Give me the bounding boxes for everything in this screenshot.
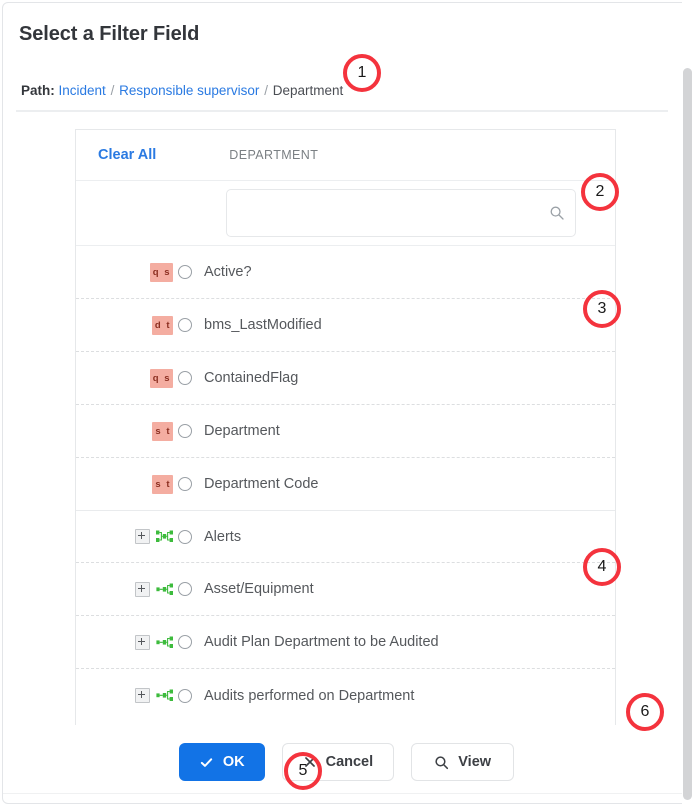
table-row[interactable]: Audits performed on Department — [76, 669, 615, 722]
search-input[interactable] — [227, 190, 575, 236]
query-string-badge: q s — [150, 369, 173, 388]
dialog-title: Select a Filter Field — [19, 23, 199, 46]
reference-icon — [156, 635, 173, 650]
row-radio[interactable] — [178, 424, 192, 438]
row-radio[interactable] — [178, 477, 192, 491]
field-label: Active? — [200, 264, 252, 280]
row-icon-cell — [76, 582, 200, 597]
header-divider — [16, 110, 668, 112]
row-radio[interactable] — [178, 530, 192, 544]
table-row[interactable]: s t Department Code — [76, 458, 615, 511]
breadcrumb-label: Path: — [21, 83, 55, 98]
row-radio[interactable] — [178, 635, 192, 649]
table-row[interactable]: Audit Plan Department to be Audited — [76, 616, 615, 669]
search-row — [76, 181, 615, 246]
row-radio[interactable] — [178, 318, 192, 332]
view-button[interactable]: View — [411, 743, 514, 781]
ok-button-label: OK — [223, 754, 245, 770]
search-icon — [434, 755, 449, 770]
expand-icon[interactable] — [135, 688, 150, 703]
many-to-many-reference-icon — [156, 529, 173, 544]
field-rows: q s Active? d t bms_LastModified q s — [76, 246, 615, 722]
search-box[interactable] — [226, 189, 576, 237]
expand-icon[interactable] — [135, 529, 150, 544]
annotation-marker-5: 5 — [284, 752, 322, 790]
field-label: ContainedFlag — [200, 370, 298, 386]
datetime-badge: d t — [152, 316, 173, 335]
row-icon-cell: s t — [76, 475, 200, 494]
clear-all-button[interactable]: Clear All — [98, 147, 156, 163]
table-row[interactable]: q s Active? — [76, 246, 615, 299]
annotation-marker-2: 2 — [581, 173, 619, 211]
annotation-marker-1: 1 — [343, 54, 381, 92]
row-icon-cell — [76, 529, 200, 544]
field-label: Alerts — [200, 529, 241, 545]
field-label: Audits performed on Department — [200, 688, 414, 704]
field-label: Asset/Equipment — [200, 581, 314, 597]
row-radio[interactable] — [178, 371, 192, 385]
field-list-panel: Clear All DEPARTMENT q s — [75, 129, 616, 725]
table-row[interactable]: Asset/Equipment — [76, 563, 615, 616]
row-radio[interactable] — [178, 689, 192, 703]
field-label: Department Code — [200, 476, 318, 492]
table-row[interactable]: d t bms_LastModified — [76, 299, 615, 352]
field-label: Audit Plan Department to be Audited — [200, 634, 439, 650]
breadcrumb-current-department: Department — [273, 83, 344, 98]
footer-divider — [3, 793, 689, 794]
breadcrumb-separator: / — [263, 83, 269, 98]
table-row[interactable]: s t Department — [76, 405, 615, 458]
reference-icon — [156, 582, 173, 597]
cancel-button-label: Cancel — [326, 754, 374, 770]
ok-button[interactable]: OK — [179, 743, 265, 781]
check-icon — [199, 755, 214, 770]
select-filter-field-dialog: Select a Filter Field Path: Incident / R… — [2, 2, 689, 804]
row-icon-cell: s t — [76, 422, 200, 441]
breadcrumb-separator: / — [110, 83, 116, 98]
breadcrumb-link-incident[interactable]: Incident — [59, 83, 106, 98]
annotation-marker-3-label: 3 — [598, 300, 607, 318]
annotation-marker-1-label: 1 — [358, 64, 367, 82]
table-row[interactable]: Alerts — [76, 510, 615, 563]
field-label: Department — [200, 423, 280, 439]
annotation-marker-2-label: 2 — [596, 183, 605, 201]
string-badge: s t — [152, 475, 173, 494]
row-icon-cell: q s — [76, 263, 200, 282]
annotation-marker-4-label: 4 — [598, 558, 607, 576]
annotation-marker-4: 4 — [583, 548, 621, 586]
reference-icon — [156, 688, 173, 703]
expand-icon[interactable] — [135, 635, 150, 650]
breadcrumb: Path: Incident / Responsible supervisor … — [21, 83, 343, 98]
search-icon — [549, 205, 565, 221]
page-scrollbar[interactable] — [682, 0, 693, 806]
page-scrollbar-thumb[interactable] — [683, 68, 692, 800]
row-icon-cell: d t — [76, 316, 200, 335]
row-icon-cell — [76, 635, 200, 650]
breadcrumb-link-responsible-supervisor[interactable]: Responsible supervisor — [119, 83, 259, 98]
view-button-label: View — [458, 754, 491, 770]
expand-icon[interactable] — [135, 582, 150, 597]
dialog-footer: OK Cancel View — [3, 739, 689, 785]
row-icon-cell — [76, 688, 200, 703]
field-label: bms_LastModified — [200, 317, 322, 333]
row-radio[interactable] — [178, 265, 192, 279]
annotation-marker-5-label: 5 — [299, 762, 308, 780]
annotation-marker-3: 3 — [583, 290, 621, 328]
annotation-marker-6-label: 6 — [641, 703, 650, 721]
column-title-department: DEPARTMENT — [229, 148, 318, 162]
query-string-badge: q s — [150, 263, 173, 282]
panel-header: Clear All DEPARTMENT — [76, 130, 615, 181]
row-radio[interactable] — [178, 582, 192, 596]
row-icon-cell: q s — [76, 369, 200, 388]
string-badge: s t — [152, 422, 173, 441]
annotation-marker-6: 6 — [626, 693, 664, 731]
table-row[interactable]: q s ContainedFlag — [76, 352, 615, 405]
